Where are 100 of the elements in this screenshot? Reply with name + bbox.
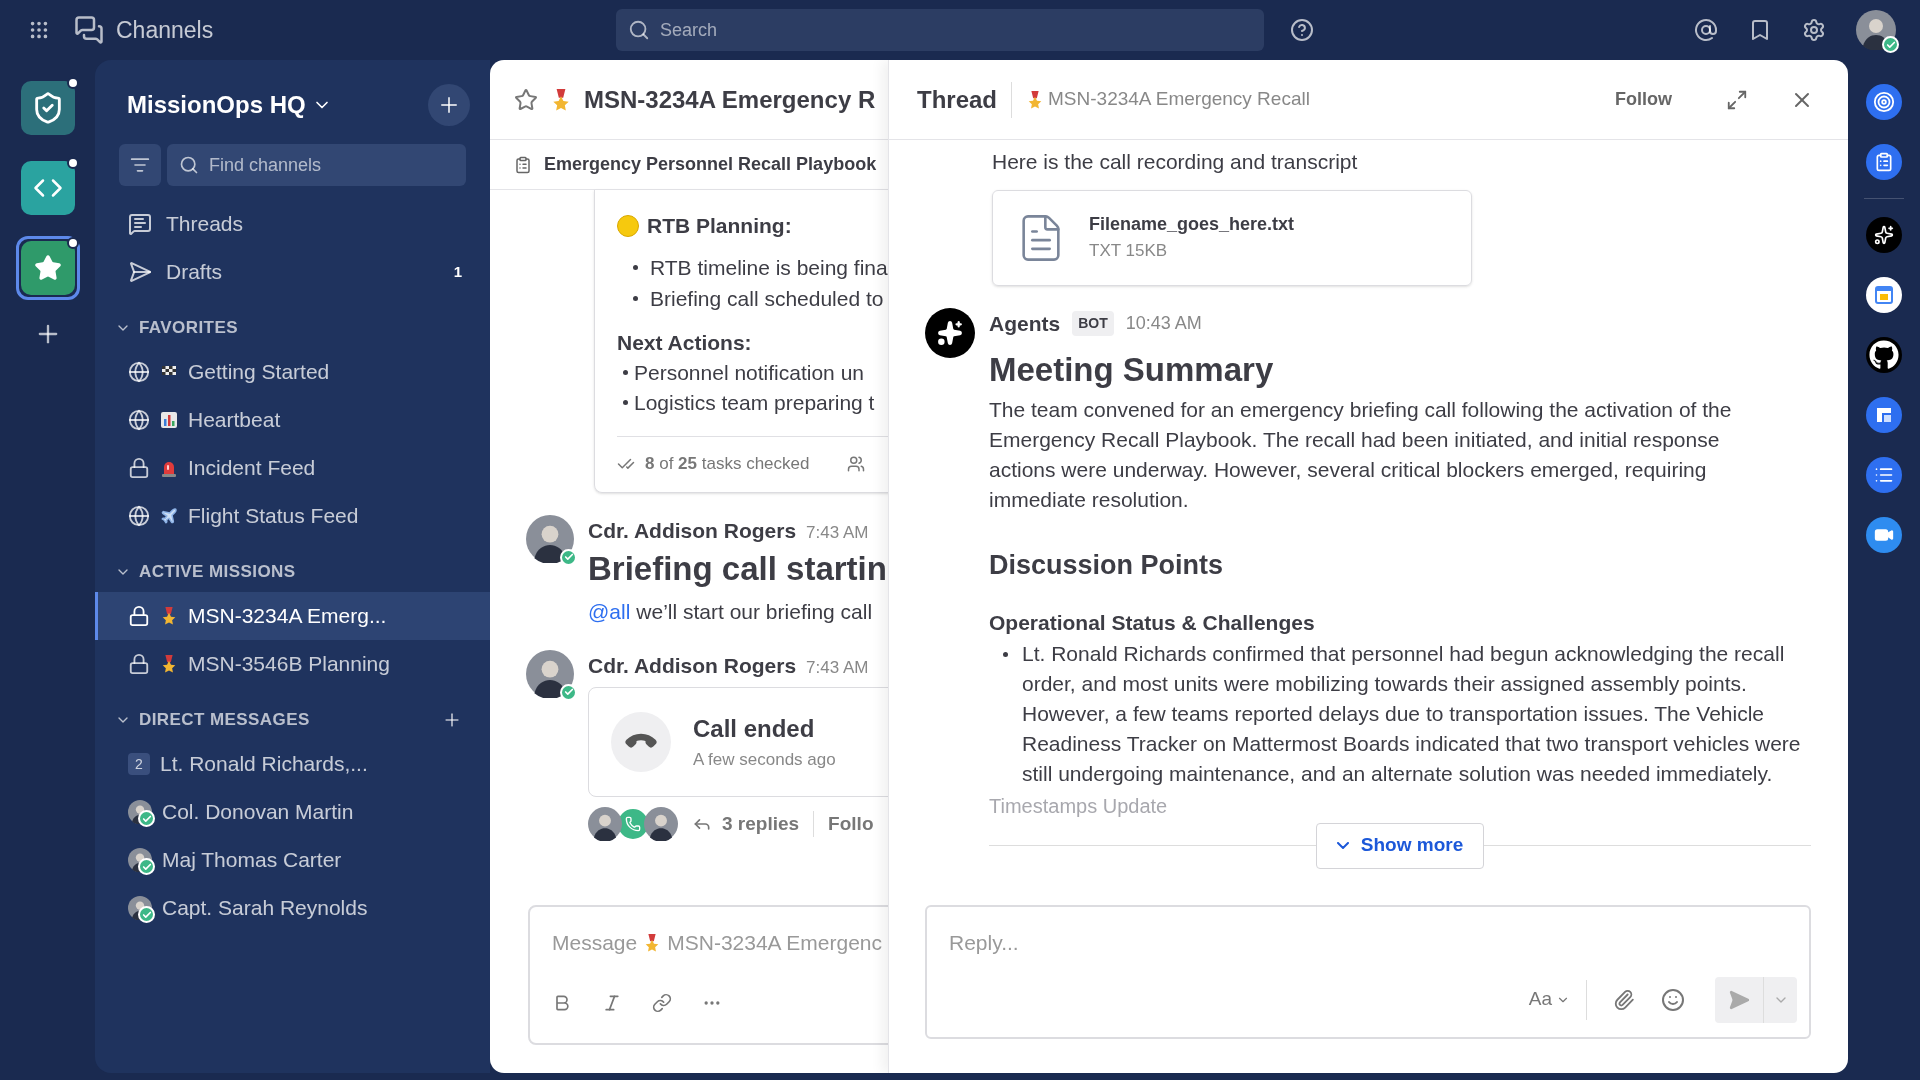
team-button[interactable]: [15, 236, 80, 300]
list-app-icon[interactable]: [1866, 457, 1902, 493]
bot-badge: BOT: [1072, 310, 1114, 336]
draft-count: 1: [453, 261, 462, 282]
link-icon[interactable]: [652, 992, 672, 1013]
settings-icon[interactable]: [1802, 18, 1826, 42]
channel-item[interactable]: MSN-3546B Planning: [95, 640, 490, 688]
call-title: Call ended: [693, 714, 816, 745]
replies-link[interactable]: 3 replies: [722, 809, 800, 839]
clipboard-app-icon[interactable]: [1866, 144, 1902, 180]
section-heading[interactable]: DIRECT MESSAGES: [139, 707, 434, 733]
summary-title: Meeting Summary: [989, 350, 1275, 390]
search-icon: [628, 19, 650, 41]
channels-icon: [74, 15, 104, 45]
attach-icon[interactable]: [1613, 988, 1635, 1011]
thread-channel[interactable]: MSN-3234A Emergency Recall: [1048, 85, 1310, 114]
medal-icon: [1026, 90, 1044, 109]
medal-icon: [160, 655, 178, 673]
bullet-icon: [623, 370, 628, 375]
bullet-icon: [633, 264, 638, 270]
search-icon: [179, 155, 199, 175]
call-time: A few seconds ago: [693, 749, 836, 772]
avatar: [644, 807, 678, 841]
post-time: 7:43 AM: [806, 521, 869, 544]
filter-button[interactable]: [119, 144, 161, 186]
search-field[interactable]: Search: [616, 9, 1264, 51]
avatar: [588, 807, 622, 841]
channel-item[interactable]: Heartbeat: [95, 396, 490, 444]
author-name[interactable]: Agents: [989, 307, 1061, 339]
calendar-app-icon[interactable]: [1866, 277, 1902, 313]
partial-follow-link[interactable]: Follo: [828, 809, 874, 839]
card-heading: RTB Planning:: [647, 213, 792, 239]
online-status-icon: [1882, 36, 1899, 53]
author-name[interactable]: Cdr. Addison Rogers: [588, 514, 797, 546]
follow-button[interactable]: Follow: [1615, 86, 1672, 113]
show-more-button[interactable]: Show more: [1315, 822, 1485, 869]
threads-icon: [128, 212, 152, 236]
italic-icon[interactable]: [602, 992, 622, 1013]
channel-item[interactable]: Incident Feed: [95, 444, 490, 492]
app-grid-icon[interactable]: [28, 19, 50, 41]
playbook-link[interactable]: Emergency Personnel Recall Playbook: [544, 151, 877, 178]
nav-item[interactable]: Drafts 1: [95, 248, 490, 296]
author-name[interactable]: Cdr. Addison Rogers: [588, 649, 797, 681]
target-app-icon[interactable]: [1866, 84, 1902, 120]
boards-app-icon[interactable]: [1866, 397, 1902, 433]
bullet-icon: [623, 400, 628, 405]
channel-item[interactable]: MSN-3234A Emerg...: [95, 592, 490, 640]
video-app-icon[interactable]: [1866, 517, 1902, 553]
tasks-summary: 8 of 25 tasks checked: [645, 453, 810, 476]
globe-icon: [128, 505, 150, 527]
favorite-star-icon[interactable]: [514, 87, 538, 112]
channel-item[interactable]: 2 Lt. Ronald Richards,...: [95, 740, 490, 788]
bullet-icon: [633, 295, 638, 301]
add-button[interactable]: [428, 84, 470, 126]
drafts-icon: [128, 260, 152, 284]
medal-icon: [160, 607, 178, 625]
channel-item[interactable]: Col. Donovan Martin: [95, 788, 490, 836]
channel-item[interactable]: Maj Thomas Carter: [95, 836, 490, 884]
file-attachment[interactable]: Filename_goes_here.txt TXT 15KB: [992, 189, 1472, 286]
channel-item[interactable]: Flight Status Feed: [95, 492, 490, 540]
post-heading: Briefing call startin: [588, 549, 887, 589]
bullet-item: RTB timeline is being fina: [650, 254, 888, 281]
mentions-icon[interactable]: [1694, 18, 1718, 42]
filter-icon: [130, 155, 150, 175]
bar-chart-icon: [160, 411, 178, 429]
composer-hint: Message: [552, 930, 638, 956]
bullet-item: Briefing call scheduled to: [650, 285, 884, 312]
github-app-icon[interactable]: [1866, 337, 1902, 373]
channel-item[interactable]: Getting Started: [95, 348, 490, 396]
channel-item[interactable]: Capt. Sarah Reynolds: [95, 884, 490, 932]
file-name: Filename_goes_here.txt: [1089, 213, 1295, 237]
format-button[interactable]: Aa: [1528, 985, 1570, 1014]
find-channels-field[interactable]: Find channels: [167, 144, 466, 186]
help-icon[interactable]: [1290, 18, 1314, 42]
star-icon: [33, 254, 62, 282]
expand-icon[interactable]: [1726, 88, 1748, 111]
chevron-down-icon: [1336, 842, 1349, 849]
reply-field[interactable]: Reply... Aa: [925, 905, 1811, 1039]
channel-title: MSN-3234A Emergency R: [584, 84, 876, 115]
avatar: [526, 514, 574, 563]
section-heading[interactable]: FAVORITES: [139, 315, 462, 341]
product-title: Channels: [116, 15, 214, 45]
avatar: [1856, 10, 1896, 50]
section-title: Discussion Points: [989, 548, 1225, 582]
lock-icon: [128, 653, 150, 675]
globe-icon: [128, 409, 150, 431]
reply-input[interactable]: Reply...: [949, 927, 1797, 959]
team-name-menu[interactable]: MissionOps HQ: [127, 87, 332, 123]
sparkle-app-icon[interactable]: [1866, 217, 1902, 253]
send-icon: [1728, 988, 1750, 1011]
post-time: 7:43 AM: [806, 656, 869, 679]
nav-item[interactable]: Threads: [95, 200, 490, 248]
section-heading[interactable]: ACTIVE MISSIONS: [139, 559, 462, 585]
emoji-icon[interactable]: [1661, 987, 1685, 1012]
siren-icon: [160, 459, 178, 477]
mention-link[interactable]: @all: [588, 596, 631, 628]
globe-icon: [128, 361, 150, 383]
bullet-item: Personnel notification un: [634, 359, 864, 386]
post-time: 10:43 AM: [1125, 311, 1202, 335]
composer-channel: MSN-3234A Emergenc: [667, 930, 882, 956]
